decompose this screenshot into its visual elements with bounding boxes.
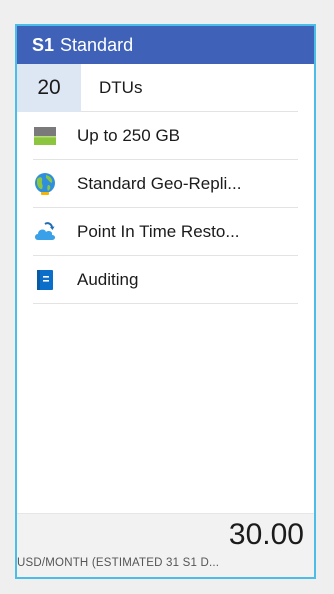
feature-row-auditing: Auditing [33, 256, 298, 304]
feature-label: Auditing [77, 269, 139, 289]
dtu-value: 20 [17, 63, 81, 112]
tier-header: S1 Standard [17, 26, 314, 64]
globe-icon [35, 172, 55, 195]
tier-code: S1 [32, 34, 55, 55]
feature-label: Up to 250 GB [77, 125, 181, 145]
feature-label: Point In Time Resto... [77, 221, 240, 241]
auditing-book-icon [37, 269, 53, 290]
feature-row-geo-replication: Standard Geo-Repli... [33, 160, 298, 208]
price-amount: 30.00 [228, 518, 304, 551]
feature-list: 20 DTUs Up to 250 GB Standard Geo-Repli.… [17, 63, 314, 304]
price-note: USD/MONTH (ESTIMATED 31 S1 D... [17, 557, 220, 569]
feature-row-point-in-time-restore: Point In Time Resto... [33, 208, 298, 256]
feature-row-storage: Up to 250 GB [33, 112, 298, 160]
storage-icon [34, 126, 56, 145]
price-footer: 30.00 USD/MONTH (ESTIMATED 31 S1 D... [17, 513, 314, 577]
cloud-restore-icon [35, 221, 55, 240]
tier-name: Standard [60, 34, 134, 55]
pricing-tier-card[interactable]: S1 Standard 20 DTUs Up to 250 GB Standar… [15, 24, 316, 579]
feature-label: Standard Geo-Repli... [77, 173, 242, 193]
dtu-label: DTUs [99, 77, 143, 97]
feature-row-dtu: 20 DTUs [17, 63, 298, 112]
